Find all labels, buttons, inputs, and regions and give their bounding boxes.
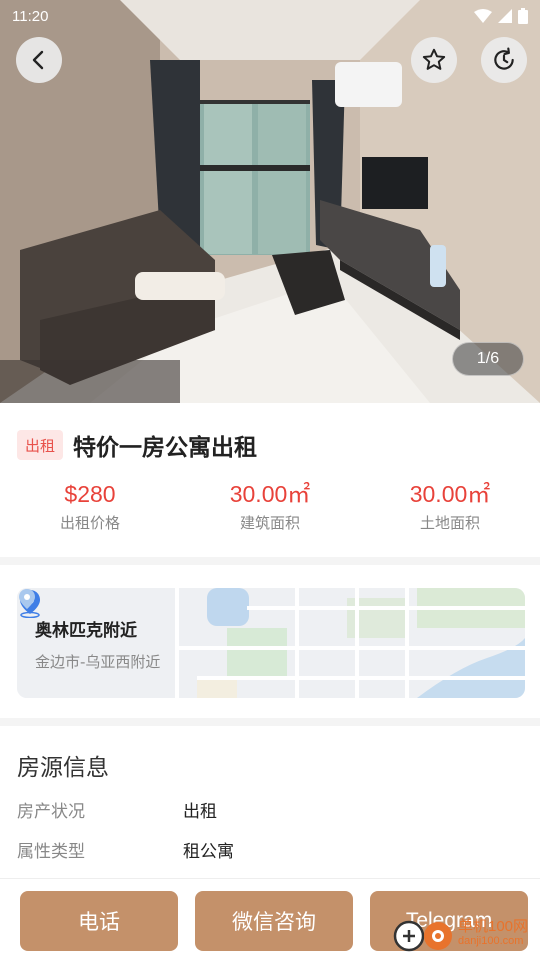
- stat-building-area-value: 30.00㎡: [229, 481, 311, 507]
- battery-icon: [518, 8, 528, 24]
- star-icon: [422, 48, 446, 70]
- stat-price-value: $280: [64, 481, 116, 507]
- stat-building-area-label: 建筑面积: [239, 514, 300, 532]
- section-divider: [0, 718, 540, 726]
- watermark-line1: 单机100网: [458, 918, 529, 935]
- status-time: 11:20: [12, 7, 49, 25]
- chevron-left-icon: [32, 50, 44, 70]
- stat-land-area-value: 30.00㎡: [409, 481, 491, 507]
- location-text: 奥林匹克附近 金边市-乌亚西附近: [35, 616, 160, 672]
- info-value: 租公寓: [183, 842, 234, 862]
- listing-stats: $280 出租价格 30.00㎡ 建筑面积 30.00㎡ 土地面积: [0, 478, 540, 533]
- signal-icon: [498, 9, 512, 23]
- watermark-logo-icon: [393, 920, 452, 952]
- stat-land-area-label: 土地面积: [419, 514, 480, 532]
- back-button[interactable]: [16, 37, 62, 83]
- status-bar: 11:20: [0, 0, 540, 32]
- status-icons: [474, 8, 528, 24]
- info-row-status: 房产状况 出租: [17, 797, 217, 822]
- section-divider: [0, 557, 540, 565]
- stat-land-area: 30.00㎡ 土地面积: [360, 478, 540, 533]
- listing-title: 特价一房公寓出租: [73, 435, 258, 461]
- listing-title-row: 出租 特价一房公寓出租: [17, 428, 257, 462]
- info-key: 房产状况: [17, 802, 85, 822]
- watermark-text: 单机100网 danji100.com: [458, 918, 529, 948]
- photo-counter: 1/6: [452, 342, 524, 376]
- refresh-icon: [494, 47, 514, 70]
- call-button[interactable]: 电话: [20, 891, 178, 951]
- wechat-consult-button[interactable]: 微信咨询: [195, 891, 353, 951]
- property-photo: [0, 0, 540, 403]
- watermark-line2: danji100.com: [458, 935, 524, 947]
- info-key: 属性类型: [17, 842, 85, 862]
- location-address: 金边市-乌亚西附近: [35, 653, 161, 671]
- stat-price-label: 出租价格: [59, 514, 120, 532]
- map-marker-icon: [19, 589, 35, 609]
- stat-building-area: 30.00㎡ 建筑面积: [180, 478, 360, 533]
- property-photo-gallery[interactable]: 11:20 1/6: [0, 0, 540, 403]
- listing-type-tag: 出租: [17, 430, 64, 460]
- wifi-icon: [474, 9, 492, 23]
- info-value: 出租: [183, 802, 217, 822]
- location-map-card[interactable]: 奥林匹克附近 金边市-乌亚西附近: [17, 588, 525, 698]
- favorite-button[interactable]: [411, 37, 457, 83]
- stat-price: $280 出租价格: [0, 478, 180, 533]
- watermark: 单机100网 danji100.com: [392, 916, 528, 952]
- share-button[interactable]: [481, 37, 527, 83]
- location-name: 奥林匹克附近: [35, 621, 137, 641]
- info-row-type: 属性类型 租公寓: [17, 837, 234, 862]
- property-info-heading: 房源信息: [17, 755, 109, 781]
